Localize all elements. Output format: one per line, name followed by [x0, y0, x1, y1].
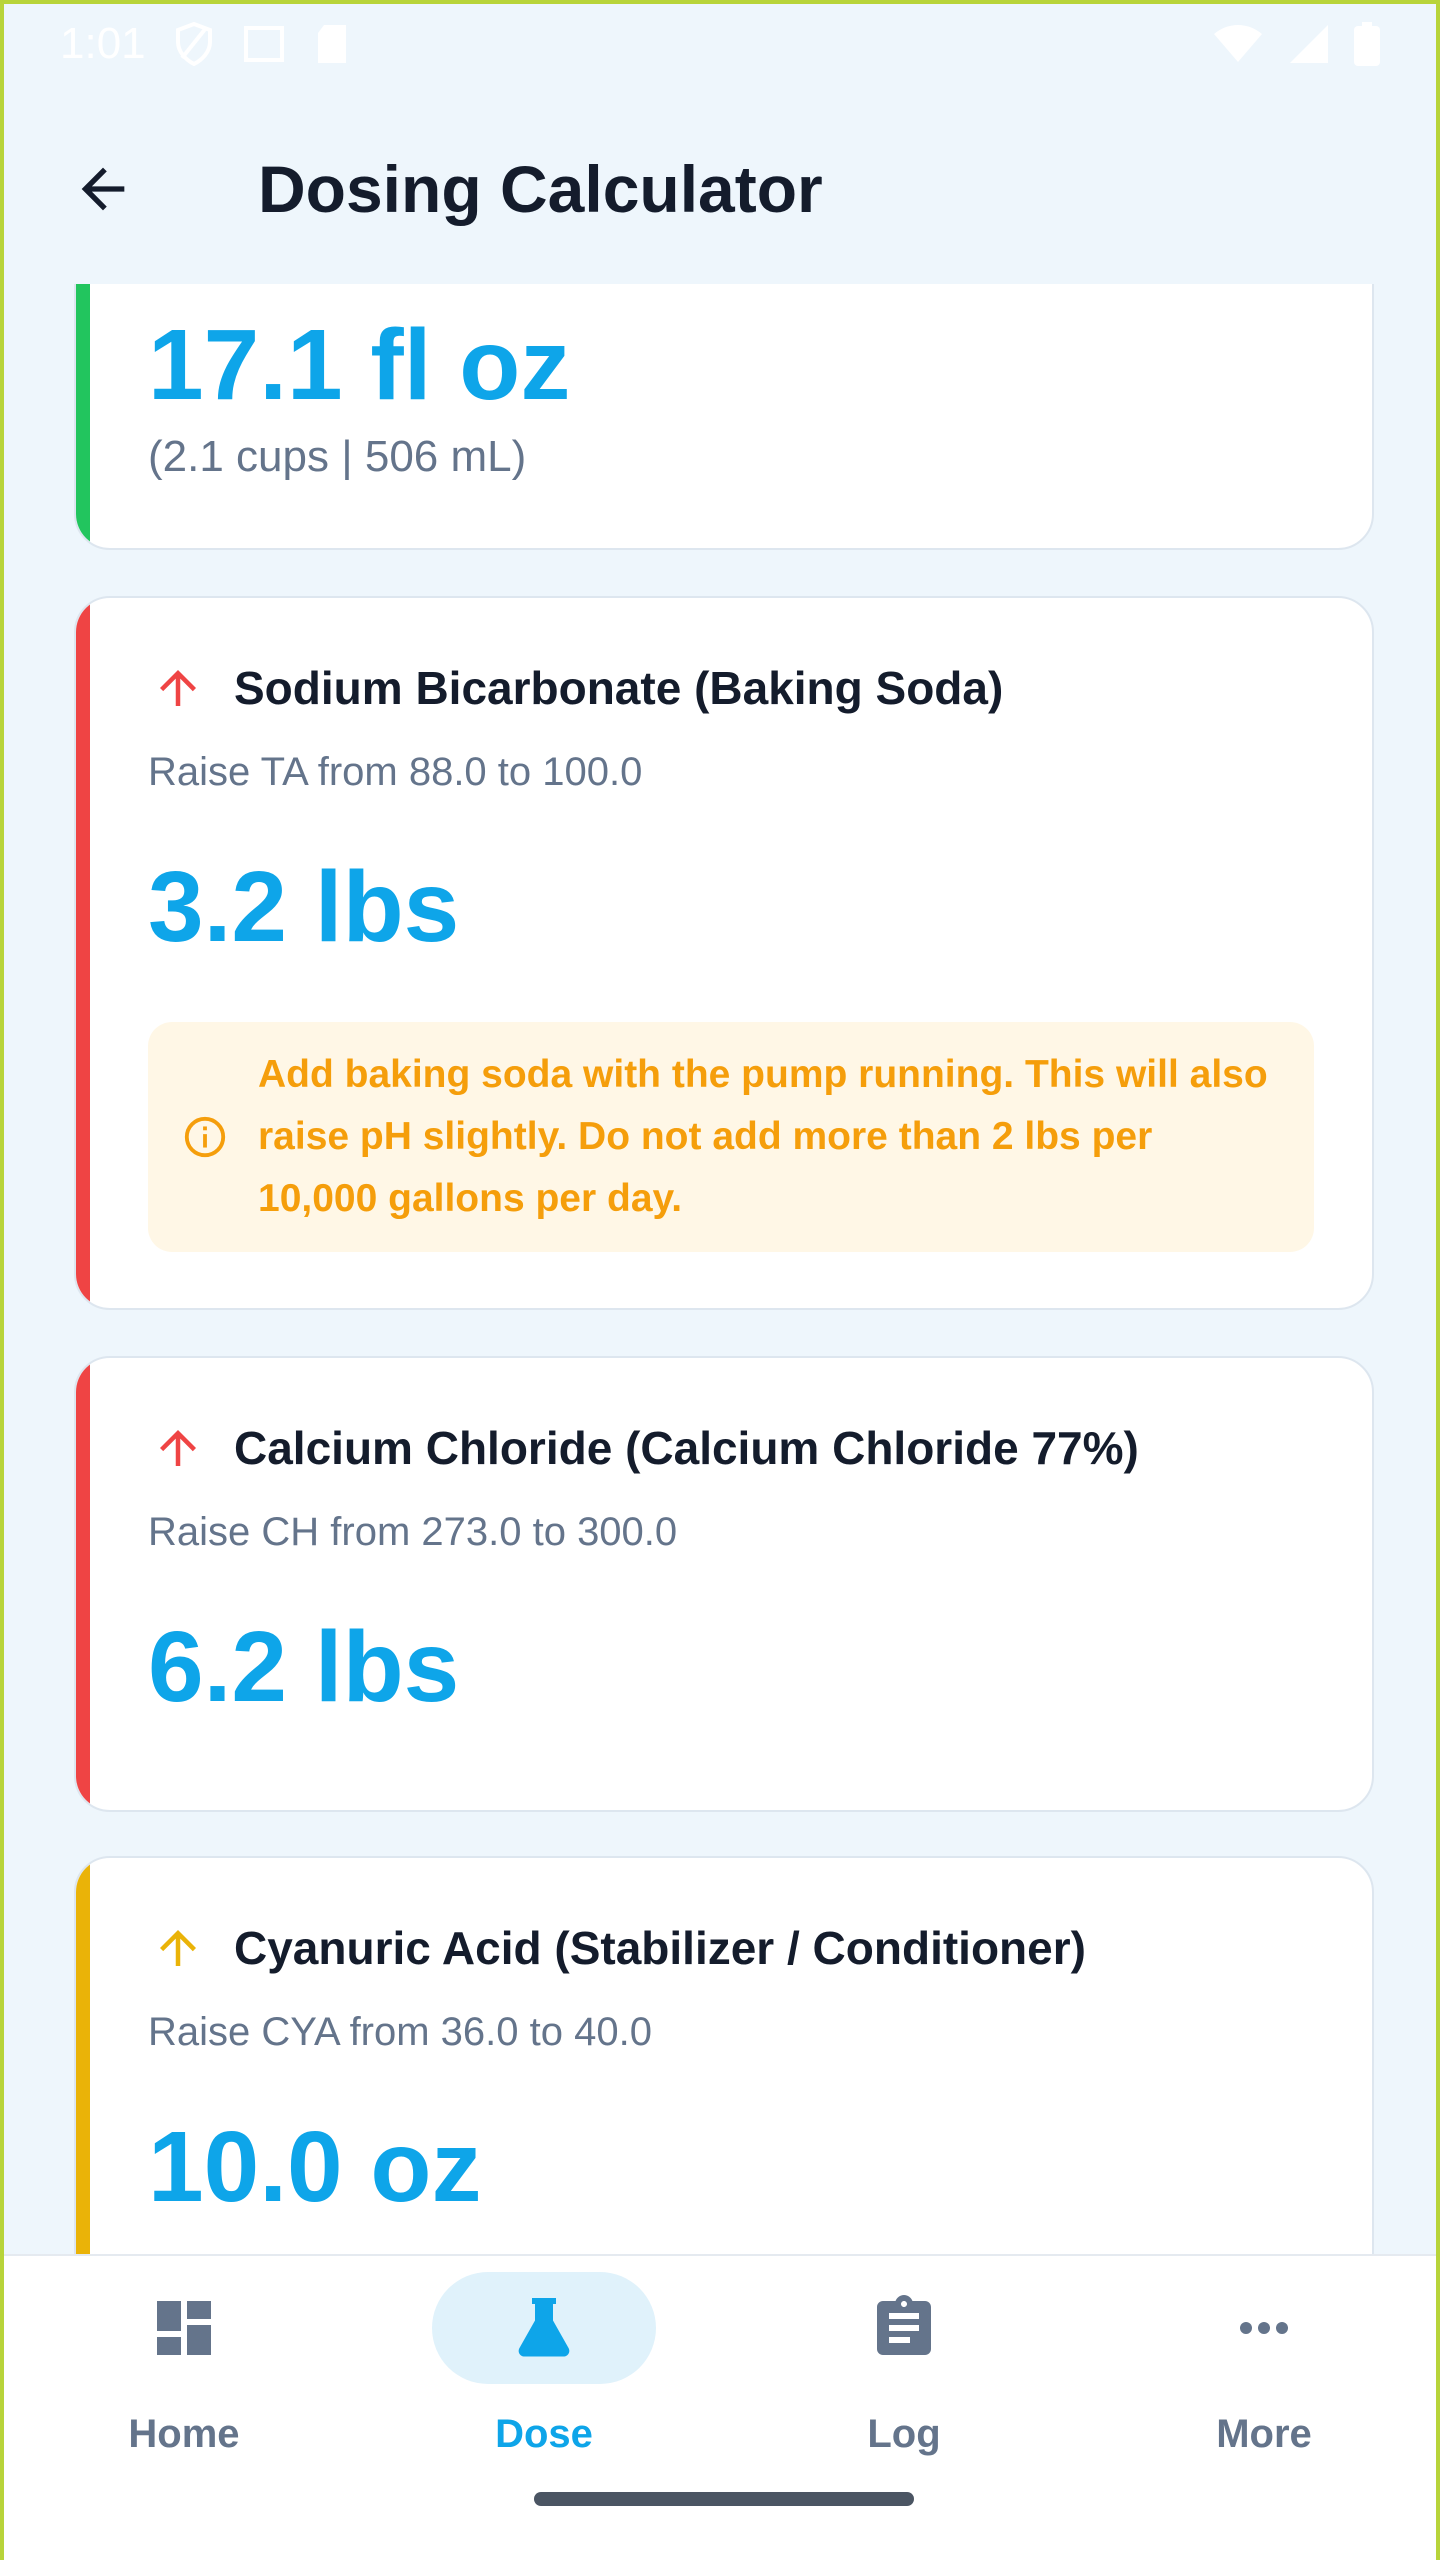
clipboard-icon — [868, 2292, 940, 2364]
dose-amount: 17.1 fl oz — [148, 309, 571, 421]
dose-card: Cyanuric Acid (Stabilizer / Conditioner)… — [74, 1856, 1374, 2254]
nav-pill-active — [432, 2272, 656, 2384]
card-header: Sodium Bicarbonate (Baking Soda) — [148, 658, 1003, 718]
signal-icon — [1288, 23, 1330, 65]
arrow-up-icon — [148, 1418, 208, 1478]
screen-icon — [242, 24, 286, 64]
nav-pill — [792, 2272, 1016, 2384]
card-header: Cyanuric Acid (Stabilizer / Conditioner) — [148, 1918, 1086, 1978]
status-bar: 1:01 — [4, 4, 1436, 84]
sdcard-icon — [314, 23, 350, 65]
info-icon — [182, 1114, 228, 1160]
dose-card: 17.1 fl oz (2.1 cups | 506 mL) — [74, 284, 1374, 550]
nav-label: Log — [867, 2412, 941, 2456]
nav-item-home[interactable]: Home — [4, 2272, 364, 2472]
chemical-name: Sodium Bicarbonate (Baking Soda) — [234, 662, 1004, 714]
note-text: Add baking soda with the pump running. T… — [258, 1053, 1268, 1220]
app-bar: Dosing Calculator — [4, 94, 1436, 284]
back-button[interactable] — [48, 134, 158, 244]
battery-icon — [1354, 22, 1380, 66]
nav-item-more[interactable]: More — [1084, 2272, 1440, 2472]
arrow-up-icon — [148, 1918, 208, 1978]
nav-pill — [1152, 2272, 1376, 2384]
nav-label: More — [1216, 2412, 1312, 2456]
card-accent-bar — [76, 1358, 90, 1810]
dosing-note: Add baking soda with the pump running. T… — [148, 1022, 1314, 1252]
dose-target-range: Raise CYA from 36.0 to 40.0 — [148, 2010, 652, 2054]
card-accent-bar — [76, 1858, 90, 2254]
dose-conversion: (2.1 cups | 506 mL) — [148, 432, 527, 481]
card-header: Calcium Chloride (Calcium Chloride 77%) — [148, 1418, 1139, 1478]
arrow-up-icon — [148, 658, 208, 718]
bottom-navigation: Home Dose Log More — [4, 2254, 1436, 2560]
nav-pill — [72, 2272, 296, 2384]
dose-amount: 6.2 lbs — [148, 1611, 460, 1723]
status-time: 1:01 — [60, 19, 146, 68]
chemical-name: Cyanuric Acid (Stabilizer / Conditioner) — [234, 1922, 1086, 1974]
wifi-icon — [1212, 24, 1264, 64]
page-title: Dosing Calculator — [258, 152, 823, 226]
dashboard-icon — [148, 2292, 220, 2364]
dose-amount: 10.0 oz — [148, 2111, 482, 2223]
nav-item-dose[interactable]: Dose — [364, 2272, 724, 2472]
more-horiz-icon — [1228, 2292, 1300, 2364]
shield-icon — [174, 22, 214, 66]
flask-icon — [508, 2292, 580, 2364]
chemical-name: Calcium Chloride (Calcium Chloride 77%) — [234, 1422, 1139, 1474]
card-accent-bar — [76, 598, 90, 1308]
nav-item-log[interactable]: Log — [724, 2272, 1084, 2472]
home-indicator[interactable] — [534, 2492, 914, 2506]
dose-amount: 3.2 lbs — [148, 851, 460, 963]
dose-target-range: Raise TA from 88.0 to 100.0 — [148, 750, 643, 794]
dose-card: Sodium Bicarbonate (Baking Soda) Raise T… — [74, 596, 1374, 1310]
nav-label: Home — [128, 2412, 240, 2456]
arrow-back-icon — [71, 157, 135, 221]
card-accent-bar — [76, 284, 90, 548]
dose-card: Calcium Chloride (Calcium Chloride 77%) … — [74, 1356, 1374, 1812]
dose-target-range: Raise CH from 273.0 to 300.0 — [148, 1510, 678, 1554]
nav-label: Dose — [495, 2412, 593, 2456]
dose-results-list[interactable]: 17.1 fl oz (2.1 cups | 506 mL) Sodium Bi… — [4, 284, 1436, 2254]
